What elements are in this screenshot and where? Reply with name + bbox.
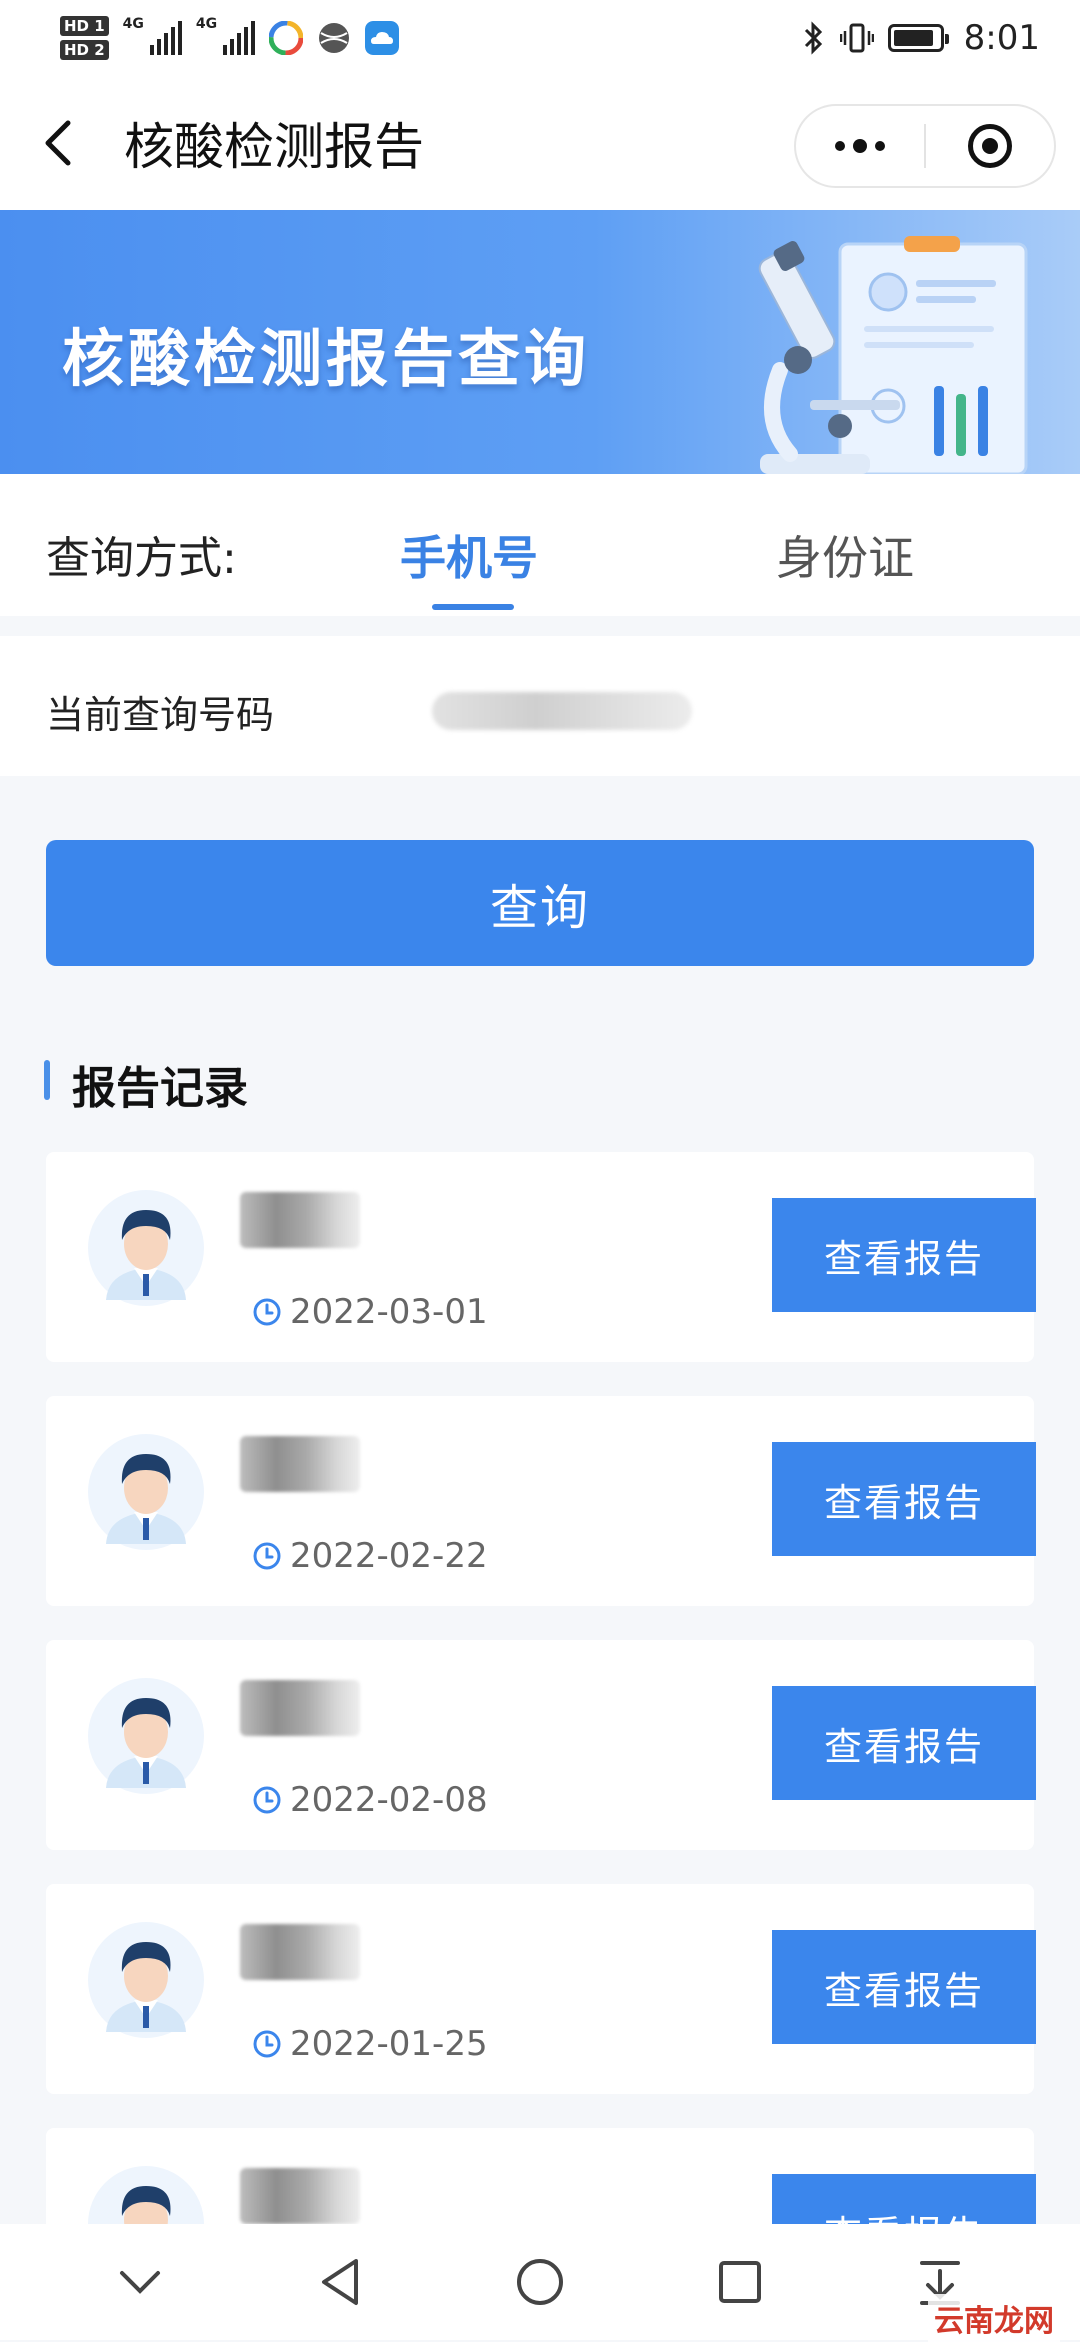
record-name-redacted <box>240 1924 360 1980</box>
query-button[interactable]: 查询 <box>46 840 1034 966</box>
status-bar: HD 1 HD 2 4G 4G 8:01 <box>0 0 1080 76</box>
hd2-badge: HD 2 <box>60 40 109 60</box>
target-icon <box>968 124 1012 168</box>
query-method-label: 查询方式: <box>46 533 237 584</box>
record-card: 2022-02-22 查看报告 <box>46 1396 1036 1606</box>
current-number-value-redacted <box>432 692 692 730</box>
system-recents-button[interactable] <box>710 2252 770 2312</box>
triangle-back-icon <box>322 2259 358 2305</box>
watermark: 云南龙网 <box>928 2294 1060 2342</box>
record-date-row: 2022-02-22 <box>252 1536 488 1576</box>
chevron-left-icon <box>45 120 71 166</box>
circle-home-icon <box>517 2259 563 2305</box>
view-report-button[interactable]: 查看报告 <box>772 1198 1036 1312</box>
active-tab-indicator <box>432 604 514 610</box>
record-card: 2022-03-01 查看报告 <box>46 1152 1036 1362</box>
banner-title: 核酸检测报告查询 <box>62 322 591 395</box>
record-date-row: 2022-02-08 <box>252 1780 488 1820</box>
system-nav-bar <box>0 2224 1080 2340</box>
avatar-icon <box>88 1922 204 2038</box>
page-title: 核酸检测报告 <box>124 118 424 176</box>
bluetooth-icon <box>804 21 822 55</box>
status-right: 8:01 <box>800 18 1040 58</box>
system-back-button[interactable] <box>310 2252 370 2312</box>
records-title: 报告记录 <box>72 1063 248 1114</box>
avatar-icon <box>88 1434 204 1550</box>
square-recents-icon <box>719 2261 761 2303</box>
battery-icon <box>887 24 949 52</box>
view-report-button[interactable]: 查看报告 <box>772 1930 1036 2044</box>
app-ball-icon <box>319 23 350 53</box>
record-date: 2022-02-22 <box>290 1536 488 1576</box>
signal-icon-1 <box>149 21 182 55</box>
app-pinwheel-icon <box>269 21 304 55</box>
record-card: 2022-01-25 查看报告 <box>46 1884 1036 2094</box>
view-report-button[interactable]: 查看报告 <box>772 1686 1036 1800</box>
tab-phone[interactable]: 手机号 <box>400 522 538 588</box>
chevron-down-icon <box>120 2271 160 2294</box>
current-number-label: 当前查询号码 <box>46 693 275 737</box>
record-name-redacted <box>240 1192 360 1248</box>
more-dots-icon <box>835 139 885 153</box>
signal-icon-2 <box>223 21 256 55</box>
record-name-redacted <box>240 1436 360 1492</box>
network2-label: 4G <box>195 16 218 32</box>
network1-label: 4G <box>122 16 144 32</box>
app-weather-icon <box>365 21 400 55</box>
hd-badges: HD 1 HD 2 <box>60 16 109 60</box>
query-method-section: 查询方式: 手机号 身份证 <box>0 474 1080 616</box>
collapse-button[interactable] <box>110 2252 170 2312</box>
miniprogram-capsule <box>794 104 1056 188</box>
vibrate-icon <box>839 23 874 53</box>
record-date-row: 2022-01-25 <box>252 2024 488 2064</box>
record-name-redacted <box>240 2168 360 2224</box>
clock-icon <box>253 1298 281 1326</box>
hd1-badge: HD 1 <box>60 16 109 36</box>
clock-icon <box>253 1542 281 1570</box>
nav-bar: 核酸检测报告 <box>0 76 1080 210</box>
more-button[interactable] <box>796 106 924 186</box>
tab-id-card[interactable]: 身份证 <box>776 522 914 588</box>
record-date: 2022-02-08 <box>290 1780 488 1820</box>
clock-icon <box>253 2030 281 2058</box>
record-date-row: 2022-03-01 <box>252 1292 488 1332</box>
close-miniprogram-button[interactable] <box>926 106 1054 186</box>
status-left: HD 1 HD 2 4G 4G <box>60 16 400 60</box>
banner: 核酸检测报告查询 <box>0 210 1080 474</box>
microscope-report-illustration-icon <box>758 236 1028 474</box>
view-report-button[interactable]: 查看报告 <box>772 1442 1036 1556</box>
records-title-accent <box>44 1060 50 1100</box>
clock-icon <box>253 1786 281 1814</box>
avatar-icon <box>88 1190 204 1306</box>
record-date: 2022-03-01 <box>290 1292 488 1332</box>
record-card: 2022-02-08 查看报告 <box>46 1640 1036 1850</box>
status-time: 8:01 <box>963 18 1040 58</box>
record-date: 2022-01-25 <box>290 2024 488 2064</box>
record-name-redacted <box>240 1680 360 1736</box>
system-home-button[interactable] <box>510 2252 570 2312</box>
back-button[interactable] <box>34 119 82 167</box>
avatar-icon <box>88 1678 204 1794</box>
